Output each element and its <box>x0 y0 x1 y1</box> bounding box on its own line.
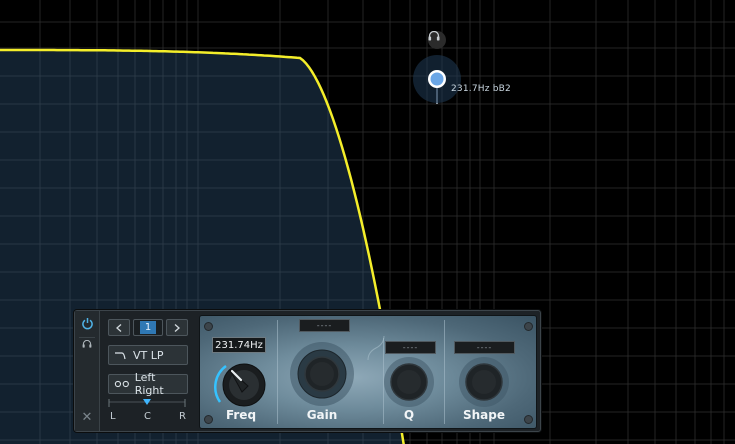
shape-knob[interactable] <box>456 354 512 410</box>
chevron-right-icon <box>174 323 180 332</box>
lowpass-shape-icon <box>115 351 126 359</box>
headphones-icon <box>82 340 92 348</box>
filter-type-dropdown[interactable]: VT LP <box>108 345 188 365</box>
section-divider <box>444 320 445 424</box>
stereo-placement-slider[interactable]: L C R <box>107 397 187 425</box>
stereo-link-icon <box>114 380 129 388</box>
gain-value-field[interactable]: ---- <box>299 319 350 332</box>
screw <box>524 322 533 331</box>
band-power-button[interactable] <box>79 315 95 331</box>
screw <box>204 322 213 331</box>
prev-band-button[interactable] <box>108 319 130 336</box>
stereo-mode-dropdown[interactable]: Left Right <box>108 371 188 397</box>
q-value-field[interactable]: ---- <box>385 341 436 354</box>
shape-knob-label: Shape <box>462 408 505 422</box>
band-panel: ✕ 1 VT LP Left Right L C R 231.74Hz Freq… <box>74 310 541 432</box>
shape-value-field[interactable]: ---- <box>454 341 515 354</box>
screw <box>524 415 533 424</box>
close-panel-button[interactable]: ✕ <box>79 409 95 425</box>
q-knob-label: Q <box>403 408 415 422</box>
freq-value-field[interactable]: 231.74Hz <box>212 337 266 353</box>
panel-solo-button[interactable] <box>79 337 95 350</box>
band-node-core <box>430 72 444 86</box>
gain-knob-label: Gain <box>306 408 338 422</box>
band-number-display[interactable]: 1 <box>133 319 163 336</box>
section-divider <box>277 320 278 424</box>
freq-knob-label: Freq <box>225 408 257 422</box>
band-number: 1 <box>139 321 157 334</box>
gain-knob[interactable] <box>288 340 356 408</box>
knob-section: 231.74Hz Freq ---- Gain ---- Q ---- Shap… <box>199 315 537 429</box>
next-band-button[interactable] <box>166 319 188 336</box>
freq-knob[interactable] <box>208 352 272 416</box>
screw <box>204 415 213 424</box>
power-icon <box>81 317 93 329</box>
stereo-center-label: C <box>144 411 151 422</box>
close-icon: ✕ <box>81 409 93 425</box>
band-side-column: ✕ <box>75 311 100 431</box>
stereo-right-label: R <box>179 411 186 422</box>
stereo-left-label: L <box>110 411 116 422</box>
chevron-left-icon <box>116 323 122 332</box>
stereo-mode-label: Left Right <box>134 371 164 397</box>
filter-type-label: VT LP <box>133 348 164 362</box>
stereo-slider-track <box>108 399 186 407</box>
node-readout: 231.7Hz bB2 <box>451 84 511 94</box>
headphones-icon <box>428 31 440 41</box>
q-knob[interactable] <box>381 354 437 410</box>
band-solo-button[interactable] <box>428 31 446 49</box>
